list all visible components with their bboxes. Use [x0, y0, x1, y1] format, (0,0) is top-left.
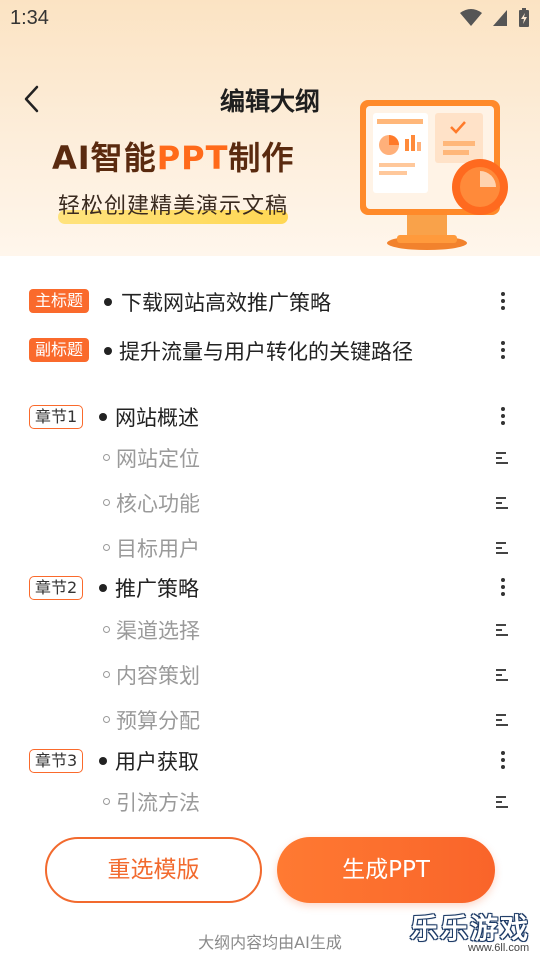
section-item[interactable]: 目标用户: [0, 528, 540, 568]
status-time: 1:34: [10, 7, 49, 29]
sub-bullet-icon: [103, 544, 110, 551]
drag-handle-icon[interactable]: [496, 497, 512, 513]
sub-title-text[interactable]: 提升流量与用户转化的关键路径: [119, 336, 413, 366]
drag-handle-icon[interactable]: [496, 452, 512, 468]
main-title-badge: 主标题: [29, 289, 90, 313]
section-item-text[interactable]: 渠道选择: [116, 615, 200, 645]
sub-bullet-icon: [103, 499, 110, 506]
sub-bullet-icon: [103, 716, 110, 723]
more-options-icon[interactable]: [496, 576, 510, 600]
chapter-badge: 章节1: [29, 405, 84, 429]
chapter-row[interactable]: 章节3 用户获取: [0, 741, 540, 781]
section-item[interactable]: 引流方法: [0, 782, 540, 822]
chapter-badge: 章节3: [29, 749, 84, 773]
promo-title-ppt: PPT: [156, 139, 229, 177]
sub-bullet-icon: [103, 454, 110, 461]
section-item[interactable]: 网站定位: [0, 438, 540, 478]
main-title-row[interactable]: 主标题 下载网站高效推广策略: [0, 282, 540, 322]
more-options-icon[interactable]: [496, 290, 510, 314]
drag-handle-icon[interactable]: [496, 796, 512, 812]
section-item[interactable]: 渠道选择: [0, 610, 540, 650]
promo-title: AI智能PPT制作: [52, 133, 294, 179]
promo-subtitle: 轻松创建精美演示文稿: [58, 194, 289, 219]
battery-icon: [519, 8, 529, 27]
chapter-row[interactable]: 章节1 网站概述: [0, 397, 540, 437]
bullet-icon: [104, 298, 112, 306]
status-icons: [460, 8, 530, 28]
header-banner: 1:34 编辑大纲 AI智能PPT制作 轻松创建精美演示文稿: [0, 0, 540, 256]
reselect-template-button[interactable]: 重选模版: [45, 837, 262, 903]
more-options-icon[interactable]: [496, 749, 510, 773]
bullet-icon: [99, 413, 107, 421]
monitor-illustration: [360, 100, 508, 250]
chapter-row[interactable]: 章节2 推广策略: [0, 568, 540, 608]
section-item-text[interactable]: 目标用户: [116, 533, 200, 563]
sub-bullet-icon: [103, 798, 110, 805]
section-item-text[interactable]: 预算分配: [116, 705, 200, 735]
drag-handle-icon[interactable]: [496, 542, 512, 558]
chapter-title[interactable]: 推广策略: [115, 573, 199, 603]
more-options-icon[interactable]: [496, 339, 510, 363]
watermark-text: 乐乐游戏: [410, 912, 531, 945]
chapter-title[interactable]: 网站概述: [115, 402, 199, 432]
chapter-badge: 章节2: [29, 576, 84, 600]
drag-handle-icon[interactable]: [496, 624, 512, 640]
drag-handle-icon[interactable]: [496, 669, 512, 685]
main-title-text[interactable]: 下载网站高效推广策略: [121, 287, 331, 317]
watermark: 乐乐游戏 www.6ll.com: [410, 905, 540, 960]
sub-title-badge: 副标题: [29, 338, 90, 362]
section-item-text[interactable]: 内容策划: [116, 660, 200, 690]
section-item-text[interactable]: 引流方法: [116, 787, 200, 817]
section-item[interactable]: 核心功能: [0, 483, 540, 523]
status-bar: 1:34: [0, 0, 540, 40]
signal-icon: [493, 10, 507, 26]
promo-subtitle-wrap: 轻松创建精美演示文稿: [58, 188, 289, 224]
section-item[interactable]: 内容策划: [0, 655, 540, 695]
sub-title-row[interactable]: 副标题 提升流量与用户转化的关键路径: [0, 331, 540, 371]
promo-title-ai: AI智能: [52, 139, 157, 177]
sub-bullet-icon: [103, 671, 110, 678]
section-item-text[interactable]: 网站定位: [116, 443, 200, 473]
bullet-icon: [99, 584, 107, 592]
promo-title-rest: 制作: [228, 139, 295, 177]
wifi-icon: [460, 9, 482, 26]
bullet-icon: [104, 347, 112, 355]
sub-bullet-icon: [103, 626, 110, 633]
more-options-icon[interactable]: [496, 405, 510, 429]
generate-ppt-button[interactable]: 生成PPT: [277, 837, 495, 903]
section-item-text[interactable]: 核心功能: [116, 488, 200, 518]
bullet-icon: [99, 757, 107, 765]
chapter-title[interactable]: 用户获取: [115, 746, 199, 776]
watermark-url: www.6ll.com: [468, 942, 530, 954]
drag-handle-icon[interactable]: [496, 714, 512, 730]
section-item[interactable]: 预算分配: [0, 700, 540, 740]
